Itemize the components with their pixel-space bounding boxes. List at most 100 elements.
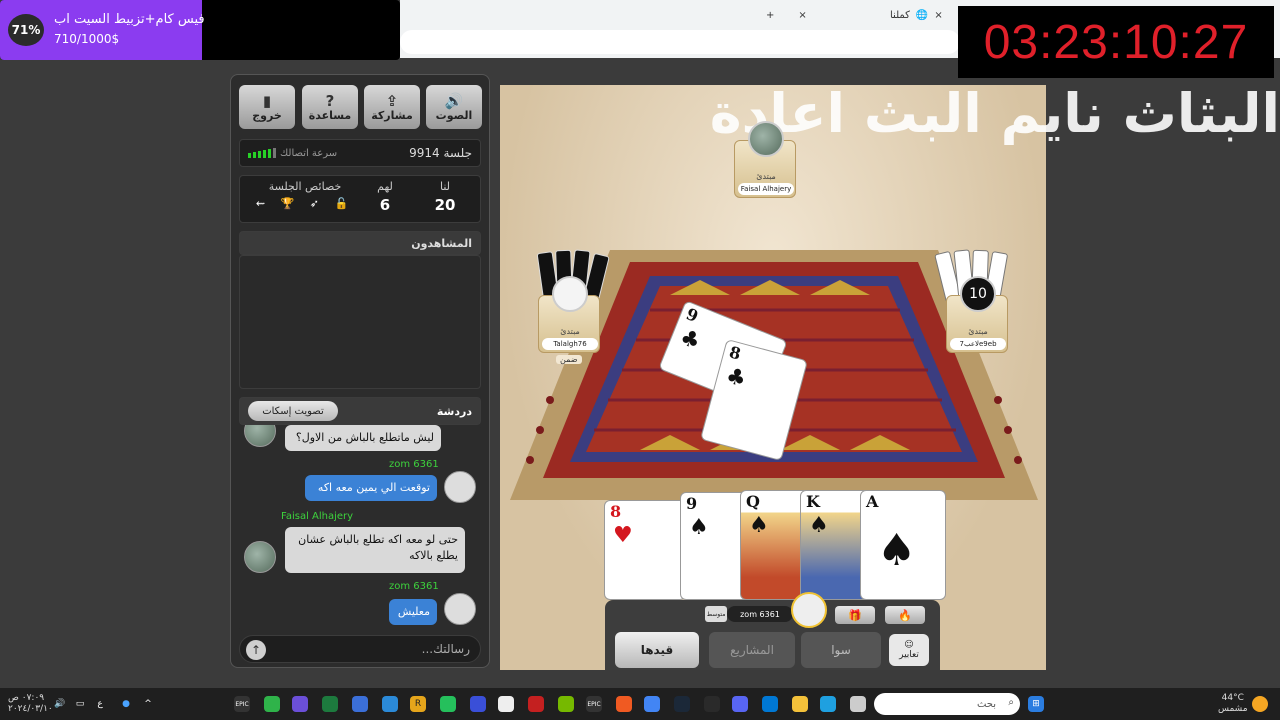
door-icon: ▮ xyxy=(262,91,272,110)
search-placeholder: بحث xyxy=(976,698,996,710)
player-card: 10 مبتدئ لاعب7e9eb xyxy=(946,276,1008,353)
r-app-icon[interactable]: R xyxy=(410,696,426,712)
viewers-list xyxy=(239,255,481,389)
avatar xyxy=(444,593,476,625)
card-suit: ♠ xyxy=(877,525,917,576)
sound-button[interactable]: 🔊 الصوت xyxy=(426,85,482,129)
avatar xyxy=(444,471,476,503)
grid-app-icon[interactable] xyxy=(292,696,308,712)
nvidia-icon[interactable] xyxy=(558,696,574,712)
expressions-label: تعابير xyxy=(899,650,919,660)
donation-goal-widget: 71% فيس كام+تزبيط السيت اب 710/1000$ xyxy=(0,0,400,60)
player-left[interactable]: مبتدئ Talalgh76 ضمن xyxy=(538,276,600,364)
brave-icon[interactable] xyxy=(616,696,632,712)
app-icon[interactable] xyxy=(382,696,398,712)
card-rank: 9 xyxy=(683,304,702,326)
edge-icon[interactable] xyxy=(820,696,836,712)
epic-games-icon[interactable]: EPIC xyxy=(586,696,602,712)
windows-start-icon[interactable]: ⊞ xyxy=(1028,696,1044,712)
app-icon[interactable] xyxy=(352,696,368,712)
hand-card[interactable]: 8 ♥ xyxy=(604,500,686,600)
my-name: zom 6361 xyxy=(727,606,793,622)
chevron-up-icon[interactable]: ^ xyxy=(140,696,156,712)
game-side-panel: 🔊 الصوت ⇪ مشاركة ? مساعدة ▮ خروج سرعة ات… xyxy=(230,74,490,668)
chat-header: دردشة تصويت إسكات xyxy=(239,397,481,425)
chat-placeholder: رسالتك... xyxy=(421,642,470,656)
player-name: لاعب7e9eb xyxy=(950,338,1006,350)
new-tab-button[interactable]: + xyxy=(766,10,774,21)
question-icon: ? xyxy=(325,91,335,110)
chrome-icon[interactable] xyxy=(644,696,660,712)
tab-title: كملنا xyxy=(890,9,910,21)
card-suit: ♥ xyxy=(613,523,633,548)
card-rank: Q xyxy=(746,492,760,511)
player-level: مبتدئ xyxy=(756,172,776,181)
sound-label: الصوت xyxy=(435,108,473,122)
whatsapp-icon[interactable] xyxy=(440,696,456,712)
mute-vote-button[interactable]: تصويت إسكات xyxy=(248,401,338,421)
mic-icon[interactable]: ● xyxy=(118,696,134,712)
my-level: متوسط xyxy=(705,606,727,622)
taskbar-clock[interactable]: ٠٧:٠٩ ص ٢٠٢٤/٠٣/١٠ xyxy=(8,693,53,715)
qaydha-button[interactable]: قيدها xyxy=(615,632,699,668)
player-top[interactable]: مبتدئ Faisal Alhajery xyxy=(734,121,796,198)
gift-button[interactable]: 🎁 xyxy=(835,606,875,624)
exit-button[interactable]: ▮ خروج xyxy=(239,85,295,129)
app-icon[interactable] xyxy=(498,696,514,712)
fire-button[interactable]: 🔥 xyxy=(885,606,925,624)
sawa-button[interactable]: سوا xyxy=(801,632,881,668)
weather-text: مشمس xyxy=(1218,704,1248,714)
address-bar[interactable] xyxy=(400,30,960,54)
tab-close-icon[interactable]: × xyxy=(798,10,806,21)
player-tray: متوسط zom 6361 🎁 🔥 قيدها المشاريع سوا ☺ … xyxy=(605,592,940,670)
share-label: مشاركة xyxy=(371,108,413,122)
speaker-icon: 🔊 xyxy=(444,91,464,110)
hand-card[interactable]: A ♠ xyxy=(860,490,946,600)
search-icon: ⌕ xyxy=(1008,697,1014,708)
viewers-header: المشاهدون xyxy=(239,231,481,255)
expressions-button[interactable]: ☺ تعابير xyxy=(889,634,929,666)
taskbar-search[interactable]: بحث ⌕ xyxy=(874,693,1020,715)
language-indicator[interactable]: ع xyxy=(92,696,108,712)
discord-icon[interactable] xyxy=(732,696,748,712)
folder-icon[interactable] xyxy=(792,696,808,712)
weather-temp: 44°C xyxy=(1221,693,1244,703)
smiley-icon: ☺ xyxy=(904,640,914,650)
them-label: لهم xyxy=(377,180,393,193)
player-card: مبتدئ Faisal Alhajery xyxy=(734,121,796,198)
chat-input[interactable]: ↑ رسالتك... xyxy=(239,635,481,663)
card-suit: ♣ xyxy=(723,363,749,393)
connection-speed: سرعة اتصالك xyxy=(248,148,337,159)
monitor-icon[interactable]: ▭ xyxy=(72,696,88,712)
help-button[interactable]: ? مساعدة xyxy=(302,85,358,129)
share-button[interactable]: ⇪ مشاركة xyxy=(364,85,420,129)
epic-games-icon[interactable]: EPIC xyxy=(234,696,250,712)
us-score: 20 xyxy=(434,196,456,214)
browser-tab-active[interactable]: كملنا 🌐 × xyxy=(890,4,960,26)
chat-sender: zom 6361 xyxy=(389,581,439,592)
windows-taskbar: ٠٧:٠٩ ص ٢٠٢٤/٠٣/١٠ 🔊 ▭ ع ● ^ EPIC R EPIC… xyxy=(0,688,1280,720)
globe-icon: 🌐 xyxy=(915,9,929,21)
avatar xyxy=(244,425,276,447)
app-icon[interactable] xyxy=(470,696,486,712)
card-rank: 8 xyxy=(610,502,622,521)
my-avatar xyxy=(791,592,827,628)
app-icon[interactable] xyxy=(264,696,280,712)
app-icon[interactable] xyxy=(528,696,544,712)
stream-timer: 03:23:10:27 xyxy=(958,6,1274,78)
volume-icon[interactable]: 🔊 xyxy=(52,696,68,712)
app-icon[interactable] xyxy=(704,696,720,712)
player-card: مبتدئ Talalgh76 xyxy=(538,276,600,353)
player-right[interactable]: 10 مبتدئ لاعب7e9eb xyxy=(946,276,1008,353)
projects-button[interactable]: المشاريع xyxy=(709,632,795,668)
weather-widget[interactable]: 44°C مشمس xyxy=(1218,693,1248,715)
chat-sender: Faisal Alhajery xyxy=(281,511,354,522)
store-icon[interactable] xyxy=(762,696,778,712)
steam-icon[interactable] xyxy=(674,696,690,712)
xbox-icon[interactable] xyxy=(322,696,338,712)
us-label: لنا xyxy=(439,180,451,193)
tab-close-icon[interactable]: × xyxy=(934,10,942,21)
session-props-label: خصائص الجلسة xyxy=(268,180,342,193)
app-icon[interactable] xyxy=(850,696,866,712)
send-button[interactable]: ↑ xyxy=(246,640,266,660)
